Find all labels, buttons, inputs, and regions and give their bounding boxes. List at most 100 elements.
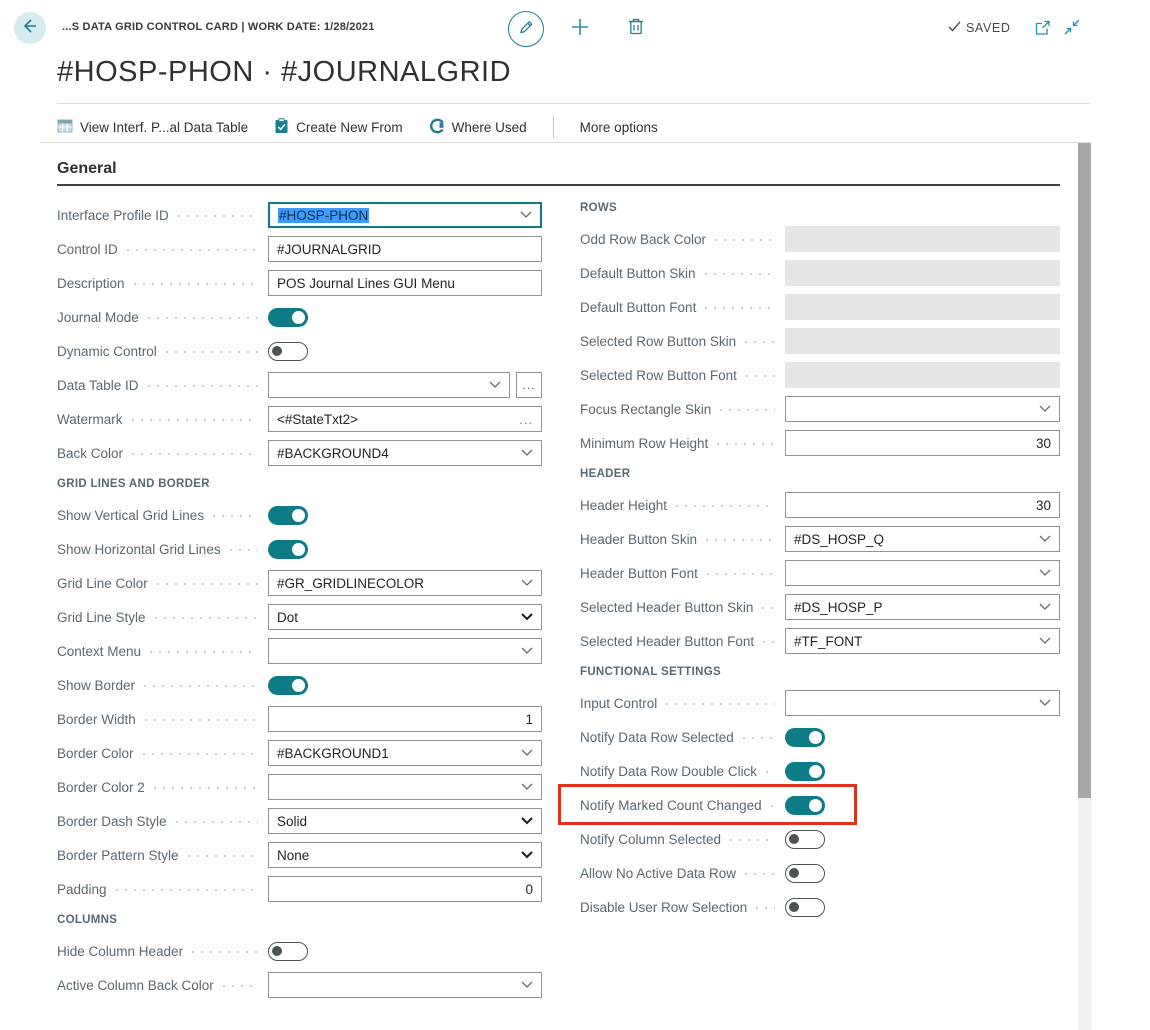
field-label: Hide Column Header: [57, 943, 184, 959]
field-control: [785, 560, 1060, 586]
toggle-on[interactable]: [268, 307, 308, 327]
toggle-off[interactable]: [268, 941, 308, 961]
field-row: Header Height 30: [580, 488, 1060, 522]
group-subheader: ROWS: [580, 194, 1060, 222]
toggle-off[interactable]: [785, 897, 825, 917]
lookup-field[interactable]: #GR_GRIDLINECOLOR: [268, 570, 542, 596]
dotted-leader: [770, 805, 775, 807]
action-label: Create New From: [296, 119, 403, 135]
text-field[interactable]: 30: [785, 430, 1060, 456]
toggle-on[interactable]: [268, 505, 308, 525]
field-value: #TF_FONT: [794, 633, 863, 649]
toggle-knob: [292, 310, 305, 324]
dotted-leader: [742, 737, 775, 739]
toggle-knob: [292, 542, 305, 556]
field-value: 30: [1035, 497, 1051, 513]
field-label: Journal Mode: [57, 309, 139, 325]
lookup-field[interactable]: #BACKGROUND4: [268, 440, 542, 466]
text-field[interactable]: 1: [268, 706, 542, 732]
assist-edit-button[interactable]: ...: [516, 372, 542, 398]
select-field[interactable]: Solid: [268, 808, 542, 834]
plus-icon: [570, 17, 590, 42]
action-create-new-from[interactable]: Create New From: [274, 117, 403, 137]
action-where-used[interactable]: Where Used: [429, 118, 527, 137]
select-field[interactable]: None: [268, 842, 542, 868]
dotted-leader: [213, 515, 258, 517]
text-field[interactable]: 0: [268, 876, 542, 902]
section-title-general: General: [57, 160, 117, 177]
vertical-scrollbar-thumb[interactable]: [1078, 143, 1091, 798]
lookup-field[interactable]: [268, 774, 542, 800]
toggle-on[interactable]: [268, 675, 308, 695]
field-control: [785, 897, 1060, 917]
field-label: Grid Line Style: [57, 609, 146, 625]
field-row: Selected Header Button Font #TF_FONT: [580, 624, 1060, 658]
field-row: Padding 0: [57, 872, 542, 906]
toggle-knob: [292, 678, 305, 692]
open-in-new-window-button[interactable]: [1033, 20, 1053, 40]
text-field[interactable]: POS Journal Lines GUI Menu: [268, 270, 542, 296]
toggle-on[interactable]: [268, 539, 308, 559]
edit-button[interactable]: [508, 11, 544, 47]
field-label: Watermark: [57, 411, 123, 427]
lookup-field[interactable]: [785, 560, 1060, 586]
collapse-button[interactable]: [1062, 19, 1082, 39]
field-row: Disable User Row Selection: [580, 890, 1060, 924]
field-row: Back Color #BACKGROUND4: [57, 436, 542, 470]
field-row: Show Vertical Grid Lines: [57, 498, 542, 532]
toggle-on[interactable]: [785, 795, 825, 815]
field-control: [785, 328, 1060, 354]
field-label: Selected Header Button Skin: [580, 599, 754, 615]
new-button[interactable]: [566, 15, 594, 43]
lookup-field[interactable]: #TF_FONT: [785, 628, 1060, 654]
field-value: #JOURNALGRID: [277, 241, 382, 257]
group-subheader-label: ROWS: [580, 202, 617, 214]
toggle-off[interactable]: [785, 829, 825, 849]
dotted-leader: [745, 873, 775, 875]
lookup-field[interactable]: #BACKGROUND1: [268, 740, 542, 766]
chevron-down-icon: [521, 783, 533, 791]
lookup-field[interactable]: #DS_HOSP_P: [785, 594, 1060, 620]
lookup-field[interactable]: [268, 638, 542, 664]
field-row: Selected Row Button Font: [580, 358, 1060, 392]
text-field[interactable]: <#StateTxt2>...: [268, 406, 542, 432]
lookup-field[interactable]: [268, 972, 542, 998]
field-label: Selected Header Button Font: [580, 633, 755, 649]
back-button[interactable]: [14, 12, 46, 44]
toggle-on[interactable]: [785, 761, 825, 781]
text-field[interactable]: 30: [785, 492, 1060, 518]
dotted-leader: [720, 409, 775, 411]
field-label: Header Height: [580, 497, 668, 513]
lookup-field[interactable]: #DS_HOSP_Q: [785, 526, 1060, 552]
lookup-field[interactable]: [268, 372, 510, 398]
breadcrumb-caption: ...S DATA GRID CONTROL CARD | WORK DATE:…: [62, 21, 375, 33]
select-field[interactable]: Dot: [268, 604, 542, 630]
field-row: Interface Profile ID #HOSP-PHON: [57, 198, 542, 232]
disabled-field: [785, 260, 1060, 286]
delete-button[interactable]: [622, 15, 650, 43]
text-field[interactable]: #JOURNALGRID: [268, 236, 542, 262]
toggle-knob: [272, 345, 282, 356]
field-label: Default Button Skin: [580, 265, 696, 281]
field-row: Description POS Journal Lines GUI Menu: [57, 266, 542, 300]
field-row: Grid Line Style Dot: [57, 600, 542, 634]
popout-icon: [1034, 19, 1052, 42]
field-row: Header Button Skin #DS_HOSP_Q: [580, 522, 1060, 556]
lookup-field[interactable]: [785, 396, 1060, 422]
field-row: Default Button Font: [580, 290, 1060, 324]
dotted-leader: [132, 453, 258, 455]
more-options-button[interactable]: More options: [580, 120, 658, 135]
lookup-field[interactable]: #HOSP-PHON: [268, 202, 542, 228]
dotted-leader: [766, 771, 775, 773]
field-control: #GR_GRIDLINECOLOR: [268, 570, 542, 596]
toggle-off[interactable]: [785, 863, 825, 883]
field-label: Description: [57, 275, 125, 291]
dotted-leader: [730, 839, 775, 841]
field-control: <#StateTxt2>...: [268, 406, 542, 432]
dotted-leader: [704, 273, 775, 275]
action-view-interface-data-table[interactable]: View Interf. P...al Data Table: [57, 118, 248, 137]
lookup-field[interactable]: [785, 690, 1060, 716]
toggle-off[interactable]: [268, 341, 308, 361]
field-label: Dynamic Control: [57, 343, 157, 359]
toggle-on[interactable]: [785, 727, 825, 747]
